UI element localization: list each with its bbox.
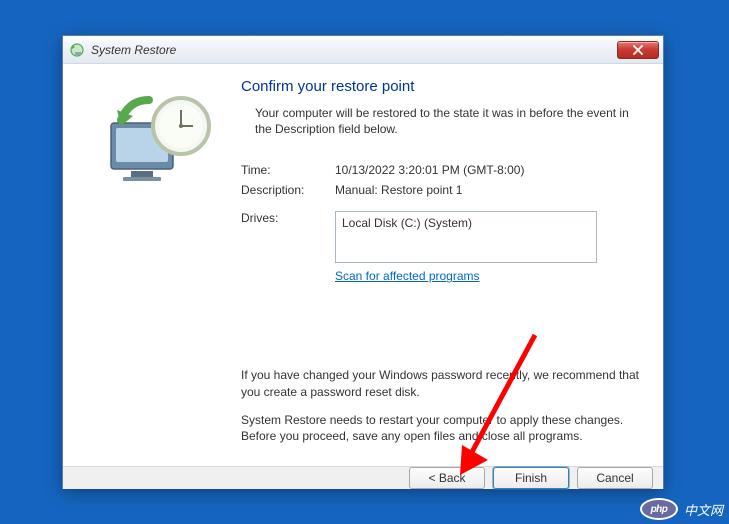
finish-button[interactable]: Finish [493,467,569,489]
restore-illustration-icon [101,88,221,198]
page-title: Confirm your restore point [241,78,639,95]
titlebar[interactable]: System Restore [63,36,663,64]
close-icon [633,45,643,55]
password-warning: If you have changed your Windows passwor… [241,367,639,399]
intro-text: Your computer will be restored to the st… [241,105,639,137]
time-value: 10/13/2022 3:20:01 PM (GMT-8:00) [335,163,524,177]
cancel-button[interactable]: Cancel [577,467,653,489]
close-button[interactable] [617,41,659,59]
drives-row: Drives: Local Disk (C:) (System) Scan fo… [241,211,639,283]
php-badge-icon: php [640,498,678,520]
drive-item[interactable]: Local Disk (C:) (System) [342,216,590,230]
main-panel: Confirm your restore point Your computer… [241,78,645,456]
watermark-text: 中文网 [684,500,723,519]
description-value: Manual: Restore point 1 [335,183,462,197]
illustration-panel [81,78,241,456]
window-body: Confirm your restore point Your computer… [63,64,663,488]
content-area: Confirm your restore point Your computer… [63,64,663,466]
system-restore-window: System Restore [62,35,664,489]
description-row: Description: Manual: Restore point 1 [241,183,639,197]
description-label: Description: [241,183,335,197]
watermark: php 中文网 [640,498,723,520]
time-row: Time: 10/13/2022 3:20:01 PM (GMT-8:00) [241,163,639,177]
drives-label: Drives: [241,211,335,225]
titlebar-title: System Restore [91,43,176,57]
restart-warning: System Restore needs to restart your com… [241,412,639,444]
scan-affected-programs-link[interactable]: Scan for affected programs [335,269,480,283]
restore-icon [69,42,85,58]
back-button[interactable]: < Back [409,467,485,489]
drives-listbox[interactable]: Local Disk (C:) (System) [335,211,597,263]
button-bar: < Back Finish Cancel [63,466,663,489]
time-label: Time: [241,163,335,177]
